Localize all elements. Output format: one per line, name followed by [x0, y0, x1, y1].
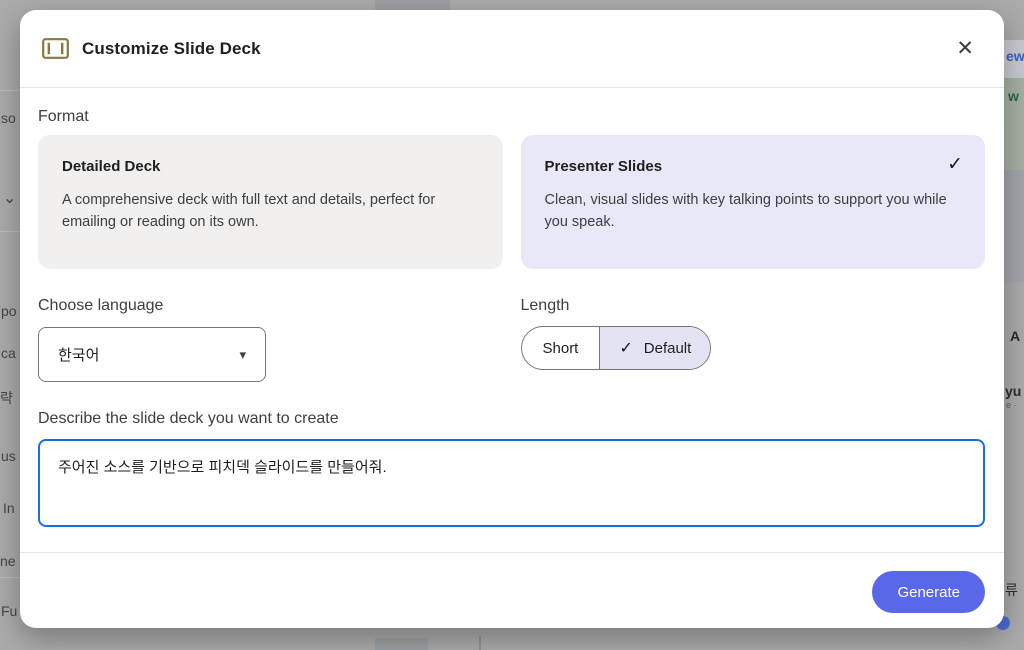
format-label: Format [38, 108, 985, 126]
describe-section: Describe the slide deck you want to crea… [38, 410, 985, 532]
backdrop-fragment: ca [1, 345, 16, 361]
backdrop-fragment: A [1010, 328, 1020, 344]
dialog-body: Format Detailed Deck A comprehensive dec… [20, 88, 1004, 552]
card-title: Detailed Deck [62, 158, 479, 175]
format-options: Detailed Deck A comprehensive deck with … [38, 135, 985, 269]
backdrop-fragment: so [1, 110, 16, 126]
backdrop-fragment: Fu [1, 603, 17, 619]
backdrop-fragment: po [1, 303, 17, 319]
dialog-header: Customize Slide Deck ✕ [20, 10, 1004, 88]
backdrop-divider [0, 577, 20, 578]
backdrop-fragment: 류 [1005, 580, 1018, 600]
backdrop-fragment: w [1008, 88, 1019, 104]
language-select[interactable]: 한국어 ▾ [38, 327, 266, 382]
card-title: Presenter Slides [545, 158, 962, 175]
backdrop-fragment: 략 [0, 388, 13, 408]
describe-label: Describe the slide deck you want to crea… [38, 410, 985, 428]
backdrop-chevron-fragment: ⌄ [3, 188, 16, 208]
length-section: Length Short ✓ Default [521, 297, 986, 382]
choose-language-label: Choose language [38, 297, 503, 315]
length-option-default[interactable]: ✓ Default [599, 327, 710, 369]
backdrop-fragment: us [1, 448, 16, 464]
length-toggle: Short ✓ Default [521, 326, 712, 370]
backdrop-fragment: ne [0, 553, 16, 569]
customize-slide-deck-dialog: Customize Slide Deck ✕ Format Detailed D… [20, 10, 1004, 628]
length-label: Length [521, 297, 986, 315]
backdrop-block [375, 0, 450, 10]
length-option-short[interactable]: Short [522, 327, 600, 369]
backdrop-divider [0, 90, 20, 91]
card-description: A comprehensive deck with full text and … [62, 189, 479, 233]
language-section: Choose language 한국어 ▾ [38, 297, 503, 382]
describe-input[interactable]: 주어진 소스를 기반으로 피치덱 슬라이드를 만들어줘. [38, 439, 985, 527]
dialog-footer: Generate [20, 552, 1004, 628]
language-selected-value: 한국어 [58, 344, 99, 365]
card-description: Clean, visual slides with key talking po… [545, 189, 962, 233]
dropdown-caret-icon: ▾ [239, 347, 246, 363]
dialog-title: Customize Slide Deck [82, 39, 261, 59]
backdrop-block [1004, 170, 1024, 282]
format-option-presenter-slides[interactable]: Presenter Slides Clean, visual slides wi… [521, 135, 986, 269]
generate-button[interactable]: Generate [872, 571, 985, 613]
backdrop-fragment: e · [1006, 400, 1017, 410]
slide-deck-icon [42, 38, 69, 59]
backdrop-fragment: ew [1006, 48, 1024, 64]
selected-check-icon: ✓ [947, 153, 963, 176]
length-option-label: Default [644, 340, 692, 357]
backdrop-block [479, 636, 481, 650]
backdrop-divider [0, 231, 20, 232]
selected-check-icon: ✓ [619, 338, 632, 358]
close-icon[interactable]: ✕ [952, 34, 978, 63]
backdrop-fragment: In [3, 500, 15, 516]
backdrop-block [375, 638, 428, 650]
backdrop-fragment: yu [1005, 383, 1021, 399]
format-option-detailed-deck[interactable]: Detailed Deck A comprehensive deck with … [38, 135, 503, 269]
